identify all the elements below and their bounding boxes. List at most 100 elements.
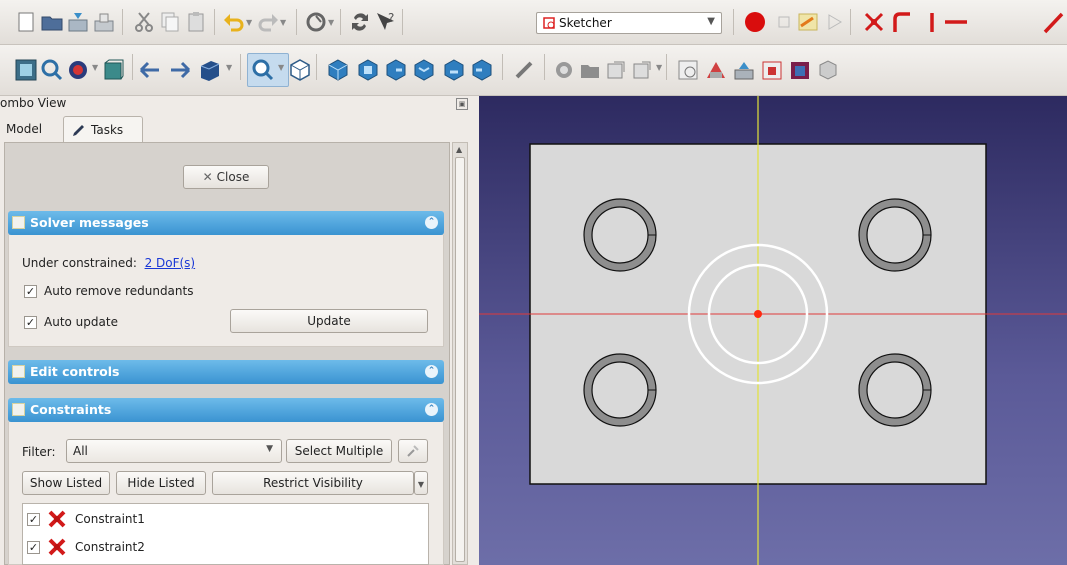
origin-point[interactable] <box>754 310 762 318</box>
rear-view-icon[interactable] <box>412 58 436 82</box>
chevron-down-icon: ▼ <box>417 480 425 489</box>
constraints-header[interactable]: Constraints ⌃ <box>8 398 444 422</box>
sketch-reorient-icon[interactable] <box>816 58 840 82</box>
3d-viewport[interactable] <box>479 96 1067 565</box>
link-icon[interactable] <box>604 58 628 82</box>
collapse-icon[interactable]: ⌃ <box>425 403 438 416</box>
isometric-view-icon[interactable] <box>288 58 312 82</box>
dof-link[interactable]: 2 DoF(s) <box>145 256 196 270</box>
sketch-slanted-line-icon[interactable] <box>1040 10 1064 34</box>
back-view-icon[interactable] <box>138 58 162 82</box>
filter-select-value: All <box>73 444 88 458</box>
pencil-icon <box>73 125 84 136</box>
scrollbar-thumb[interactable] <box>455 157 465 562</box>
forward-view-icon[interactable] <box>168 58 192 82</box>
constraint2-label: Constraint2 <box>75 540 145 554</box>
list-item[interactable]: ✓ Constraint1 <box>23 507 423 531</box>
sketch-view-icon[interactable] <box>732 58 756 82</box>
close-button[interactable]: ✕ Close <box>183 165 269 189</box>
wrench-icon <box>407 445 419 457</box>
scroll-up-icon[interactable]: ▲ <box>456 145 462 154</box>
close-icon: ✕ <box>202 170 213 184</box>
tasks-scrollbar[interactable]: ▲ <box>452 142 468 565</box>
undock-icon[interactable]: ▣ <box>456 98 468 110</box>
sketch-canvas[interactable] <box>479 96 1067 565</box>
refresh-icon[interactable] <box>304 10 328 34</box>
stop-macro-icon[interactable] <box>772 10 796 34</box>
link-actions-icon[interactable] <box>630 58 654 82</box>
hole-top-right[interactable] <box>858 198 932 272</box>
macro-icon[interactable] <box>348 10 372 34</box>
view-toolbar: ▼ ▼ ▼ ▼ <box>0 45 1067 96</box>
svg-text:?: ? <box>388 11 394 25</box>
undo-icon[interactable] <box>222 10 246 34</box>
top-view-icon[interactable] <box>356 58 380 82</box>
zoom-icon[interactable] <box>251 58 275 82</box>
solver-messages-header[interactable]: Solver messages ⌃ <box>8 211 444 235</box>
tab-tasks[interactable]: Tasks <box>63 116 143 142</box>
sketch-map-icon[interactable] <box>788 58 812 82</box>
view-fit-selection-icon[interactable] <box>40 58 64 82</box>
constraints-title: Constraints <box>30 402 112 417</box>
workbench-select[interactable]: Sketcher ▼ <box>536 12 722 34</box>
edit-macro-icon[interactable] <box>796 10 820 34</box>
workbench-parts-icon[interactable] <box>198 58 222 82</box>
cut-icon[interactable] <box>132 10 156 34</box>
bottom-view-icon[interactable] <box>442 58 466 82</box>
constraint1-checkbox[interactable]: ✓ <box>27 513 40 526</box>
whats-this-icon[interactable]: ? <box>374 10 398 34</box>
tab-model[interactable]: Model <box>6 116 42 142</box>
tab-tasks-label: Tasks <box>91 123 124 137</box>
part-icon[interactable] <box>552 58 576 82</box>
sketch-leave-icon[interactable] <box>704 58 728 82</box>
save-icon[interactable] <box>66 10 90 34</box>
filter-label: Filter: <box>22 445 56 459</box>
left-view-icon[interactable] <box>470 58 494 82</box>
main-toolbar: ▼ ▼ ▼ ? Sketcher ▼ <box>0 0 1067 45</box>
redo-icon[interactable] <box>256 10 280 34</box>
constraints-list: ✓ Constraint1 ✓ Constraint2 <box>22 503 429 565</box>
list-item[interactable]: ✓ Constraint2 <box>23 535 423 559</box>
update-button[interactable]: Update <box>230 309 428 333</box>
section-icon <box>12 365 25 378</box>
collapse-icon[interactable]: ⌃ <box>425 365 438 378</box>
paste-icon[interactable] <box>184 10 208 34</box>
hole-top-left[interactable] <box>583 198 657 272</box>
constraint2-checkbox[interactable]: ✓ <box>27 541 40 554</box>
show-listed-button[interactable]: Show Listed <box>22 471 110 495</box>
auto-update-label: Auto update <box>44 315 118 329</box>
sketch-section-icon[interactable] <box>760 58 784 82</box>
measure-icon[interactable] <box>512 58 536 82</box>
sketch-polyline-icon[interactable] <box>890 10 914 34</box>
select-multiple-button[interactable]: Select Multiple <box>286 439 392 463</box>
sketch-point-icon[interactable] <box>862 10 886 34</box>
new-file-icon[interactable] <box>14 10 38 34</box>
hide-listed-button[interactable]: Hide Listed <box>116 471 206 495</box>
filter-select[interactable]: All ▼ <box>66 439 282 463</box>
restrict-visibility-button[interactable]: Restrict Visibility <box>212 471 414 495</box>
record-macro-icon[interactable] <box>743 10 767 34</box>
hole-bottom-left[interactable] <box>583 353 657 427</box>
sketch-new-icon[interactable] <box>676 58 700 82</box>
right-view-icon[interactable] <box>384 58 408 82</box>
bounding-box-icon[interactable] <box>102 58 126 82</box>
settings-button[interactable] <box>398 439 428 463</box>
restrict-visibility-dropdown[interactable]: ▼ <box>414 471 428 495</box>
open-file-icon[interactable] <box>40 10 64 34</box>
std-view-fit-all-icon[interactable] <box>14 58 38 82</box>
sketch-line-icon[interactable] <box>944 10 968 34</box>
auto-remove-redundants-checkbox[interactable]: ✓ <box>24 285 37 298</box>
hole-bottom-right[interactable] <box>858 353 932 427</box>
front-view-icon[interactable] <box>326 58 350 82</box>
draw-style-icon[interactable] <box>66 58 90 82</box>
sketch-vertical-line-icon[interactable] <box>920 10 944 34</box>
auto-update-checkbox[interactable]: ✓ <box>24 316 37 329</box>
copy-icon[interactable] <box>158 10 182 34</box>
collapse-icon[interactable]: ⌃ <box>425 216 438 229</box>
run-macro-icon[interactable] <box>822 10 846 34</box>
save-as-icon[interactable] <box>92 10 116 34</box>
under-constrained-label: Under constrained: 2 DoF(s) <box>22 256 195 270</box>
group-icon[interactable] <box>578 58 602 82</box>
solver-messages-title: Solver messages <box>30 215 149 230</box>
edit-controls-header[interactable]: Edit controls ⌃ <box>8 360 444 384</box>
